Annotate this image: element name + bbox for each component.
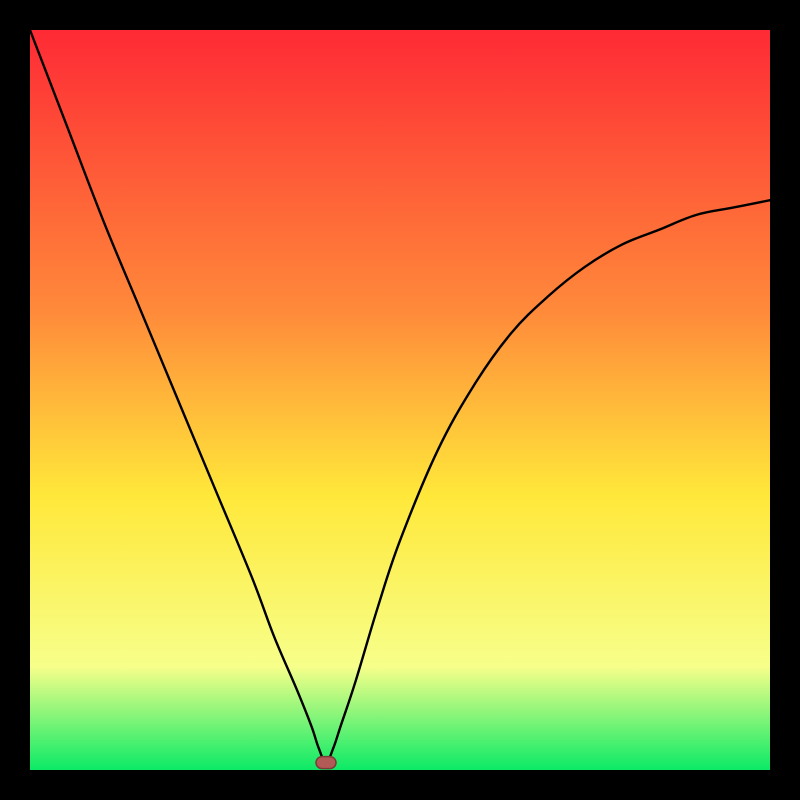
chart-container: TheBottleneck.com — [0, 0, 800, 800]
dip-marker — [316, 757, 336, 769]
bottleneck-chart — [0, 0, 800, 800]
plot-background — [30, 30, 770, 770]
